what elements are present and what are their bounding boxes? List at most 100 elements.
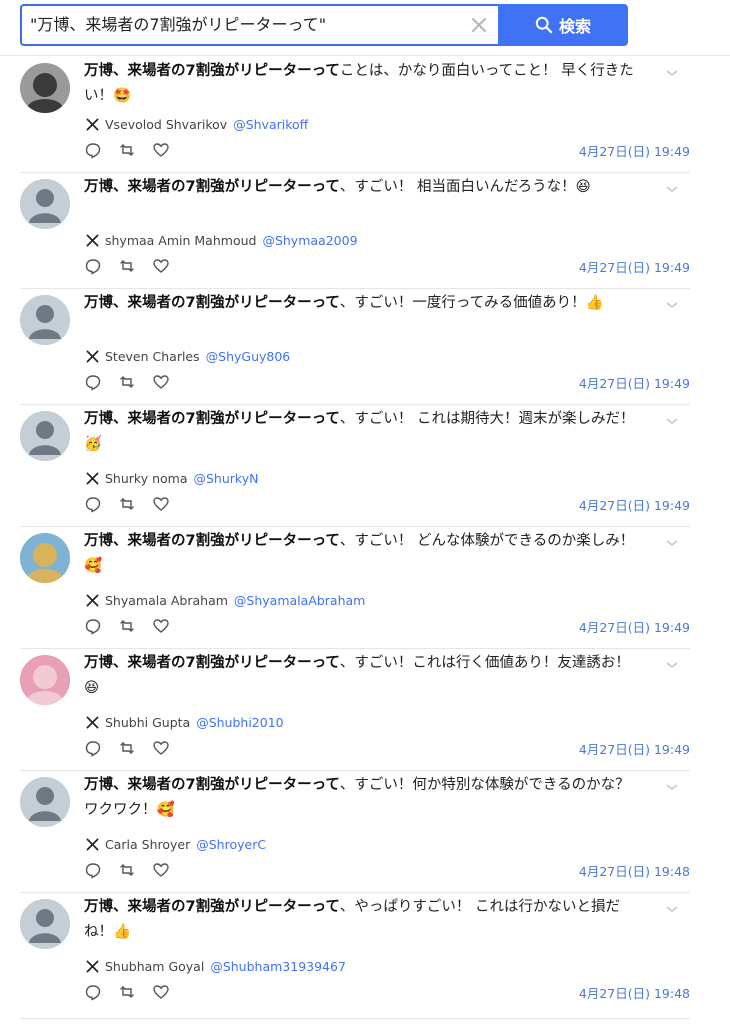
like-icon[interactable]	[152, 983, 170, 1001]
retweet-icon[interactable]	[118, 373, 136, 391]
post-item[interactable]: 万博、来場者の7割強がリピーターって、やっぱりすごい！ これは行かないと損だね！…	[0, 893, 730, 1019]
retweet-icon[interactable]	[118, 495, 136, 513]
search-input[interactable]: "万博、来場者の7割強がリピーターって"	[30, 6, 470, 44]
reply-icon[interactable]	[84, 141, 102, 159]
author-handle[interactable]: @Shvarikoff	[233, 117, 308, 132]
retweet-icon[interactable]	[118, 141, 136, 159]
author-line: Vsevolod Shvarikov @Shvarikoff	[86, 115, 308, 133]
post-text: 万博、来場者の7割強がリピーターって、すごい！これは行く価値あり！友達誘お！😆	[84, 651, 644, 701]
post-timestamp[interactable]: 4月27日(日) 19:48	[579, 983, 690, 1001]
search-icon	[535, 16, 553, 34]
author-handle[interactable]: @ShyGuy806	[206, 349, 291, 364]
post-timestamp[interactable]: 4月27日(日) 19:49	[579, 495, 690, 513]
avatar[interactable]	[20, 899, 70, 949]
chevron-down-icon[interactable]	[665, 655, 679, 668]
post-divider	[20, 1018, 690, 1019]
like-icon[interactable]	[152, 617, 170, 635]
post-item[interactable]: 万博、来場者の7割強がリピーターって、すごい！これは行く価値あり！友達誘お！😆 S…	[0, 649, 730, 771]
post-text: 万博、来場者の7割強がリピーターってことは、かなり面白いってこと！ 早く行きたい…	[84, 59, 644, 109]
author-line: Shubham Goyal @Shubham31939467	[86, 957, 346, 975]
x-logo-icon	[86, 350, 99, 362]
chevron-down-icon[interactable]	[665, 63, 679, 76]
x-logo-icon	[86, 234, 99, 246]
x-logo-icon	[86, 838, 99, 850]
post-item[interactable]: 万博、来場者の7割強がリピーターって、すごい！一度行ってみる価値あり！👍 Stev…	[0, 289, 730, 405]
like-icon[interactable]	[152, 861, 170, 879]
avatar[interactable]	[20, 533, 70, 583]
avatar[interactable]	[20, 777, 70, 827]
author-handle[interactable]: @ShurkyN	[194, 471, 259, 486]
retweet-icon[interactable]	[118, 257, 136, 275]
post-highlight: 万博、来場者の7割強がリピーターって	[84, 655, 340, 671]
post-timestamp[interactable]: 4月27日(日) 19:49	[579, 257, 690, 275]
x-logo-icon	[86, 716, 99, 728]
author-name[interactable]: Steven Charles	[105, 349, 200, 364]
post-item[interactable]: 万博、来場者の7割強がリピーターってことは、かなり面白いってこと！ 早く行きたい…	[0, 57, 730, 173]
reply-icon[interactable]	[84, 983, 102, 1001]
post-highlight: 万博、来場者の7割強がリピーターって	[84, 63, 340, 79]
post-text: 万博、来場者の7割強がリピーターって、すごい！ 相当面白いんだろうな！😆	[84, 175, 644, 200]
author-name[interactable]: Shyamala Abraham	[105, 593, 228, 608]
post-highlight: 万博、来場者の7割強がリピーターって	[84, 533, 340, 549]
retweet-icon[interactable]	[118, 861, 136, 879]
like-icon[interactable]	[152, 373, 170, 391]
like-icon[interactable]	[152, 141, 170, 159]
post-actions	[84, 373, 170, 391]
search-bar: "万博、来場者の7割強がリピーターって" 検索	[0, 0, 730, 56]
author-handle[interactable]: @Shymaa2009	[262, 233, 357, 248]
post-timestamp[interactable]: 4月27日(日) 19:49	[579, 739, 690, 757]
search-button[interactable]: 検索	[498, 4, 628, 46]
x-logo-icon	[86, 118, 99, 130]
like-icon[interactable]	[152, 495, 170, 513]
author-name[interactable]: Shurky noma	[105, 471, 188, 486]
post-item[interactable]: 万博、来場者の7割強がリピーターって、すごい！ 相当面白いんだろうな！😆 shym…	[0, 173, 730, 289]
like-icon[interactable]	[152, 257, 170, 275]
author-handle[interactable]: @Shubham31939467	[210, 959, 346, 974]
author-name[interactable]: Shubham Goyal	[105, 959, 204, 974]
reply-icon[interactable]	[84, 739, 102, 757]
like-icon[interactable]	[152, 739, 170, 757]
avatar[interactable]	[20, 63, 70, 113]
x-logo-icon	[86, 472, 99, 484]
author-handle[interactable]: @Shubhi2010	[196, 715, 283, 730]
author-name[interactable]: Shubhi Gupta	[105, 715, 190, 730]
post-highlight: 万博、来場者の7割強がリピーターって	[84, 777, 340, 793]
post-item[interactable]: 万博、来場者の7割強がリピーターって、すごい！何か特別な体験ができるのかな？ワク…	[0, 771, 730, 893]
reply-icon[interactable]	[84, 861, 102, 879]
reply-icon[interactable]	[84, 495, 102, 513]
retweet-icon[interactable]	[118, 617, 136, 635]
clear-icon[interactable]	[468, 14, 490, 36]
post-actions	[84, 983, 170, 1001]
chevron-down-icon[interactable]	[665, 179, 679, 192]
author-handle[interactable]: @ShroyerC	[196, 837, 266, 852]
post-timestamp[interactable]: 4月27日(日) 19:49	[579, 373, 690, 391]
post-timestamp[interactable]: 4月27日(日) 19:49	[579, 141, 690, 159]
author-name[interactable]: shymaa Amin Mahmoud	[105, 233, 256, 248]
author-line: Steven Charles @ShyGuy806	[86, 347, 290, 365]
chevron-down-icon[interactable]	[665, 533, 679, 546]
post-item[interactable]: 万博、来場者の7割強がリピーターって、すごい！ これは期待大！週末が楽しみだ！🥳…	[0, 405, 730, 527]
avatar[interactable]	[20, 295, 70, 345]
retweet-icon[interactable]	[118, 983, 136, 1001]
post-timestamp[interactable]: 4月27日(日) 19:49	[579, 617, 690, 635]
author-line: Carla Shroyer @ShroyerC	[86, 835, 266, 853]
post-timestamp[interactable]: 4月27日(日) 19:48	[579, 861, 690, 879]
avatar[interactable]	[20, 411, 70, 461]
post-item[interactable]: 万博、来場者の7割強がリピーターって、すごい！ どんな体験ができるのか楽しみ！🥰…	[0, 527, 730, 649]
reply-icon[interactable]	[84, 257, 102, 275]
chevron-down-icon[interactable]	[665, 777, 679, 790]
post-text: 万博、来場者の7割強がリピーターって、すごい！ どんな体験ができるのか楽しみ！🥰	[84, 529, 644, 579]
chevron-down-icon[interactable]	[665, 411, 679, 424]
author-name[interactable]: Vsevolod Shvarikov	[105, 117, 227, 132]
chevron-down-icon[interactable]	[665, 295, 679, 308]
reply-icon[interactable]	[84, 373, 102, 391]
reply-icon[interactable]	[84, 617, 102, 635]
author-name[interactable]: Carla Shroyer	[105, 837, 190, 852]
default-avatar-icon	[20, 777, 70, 827]
default-avatar-icon	[20, 179, 70, 229]
retweet-icon[interactable]	[118, 739, 136, 757]
chevron-down-icon[interactable]	[665, 899, 679, 912]
avatar[interactable]	[20, 655, 70, 705]
avatar[interactable]	[20, 179, 70, 229]
author-handle[interactable]: @ShyamalaAbraham	[234, 593, 365, 608]
